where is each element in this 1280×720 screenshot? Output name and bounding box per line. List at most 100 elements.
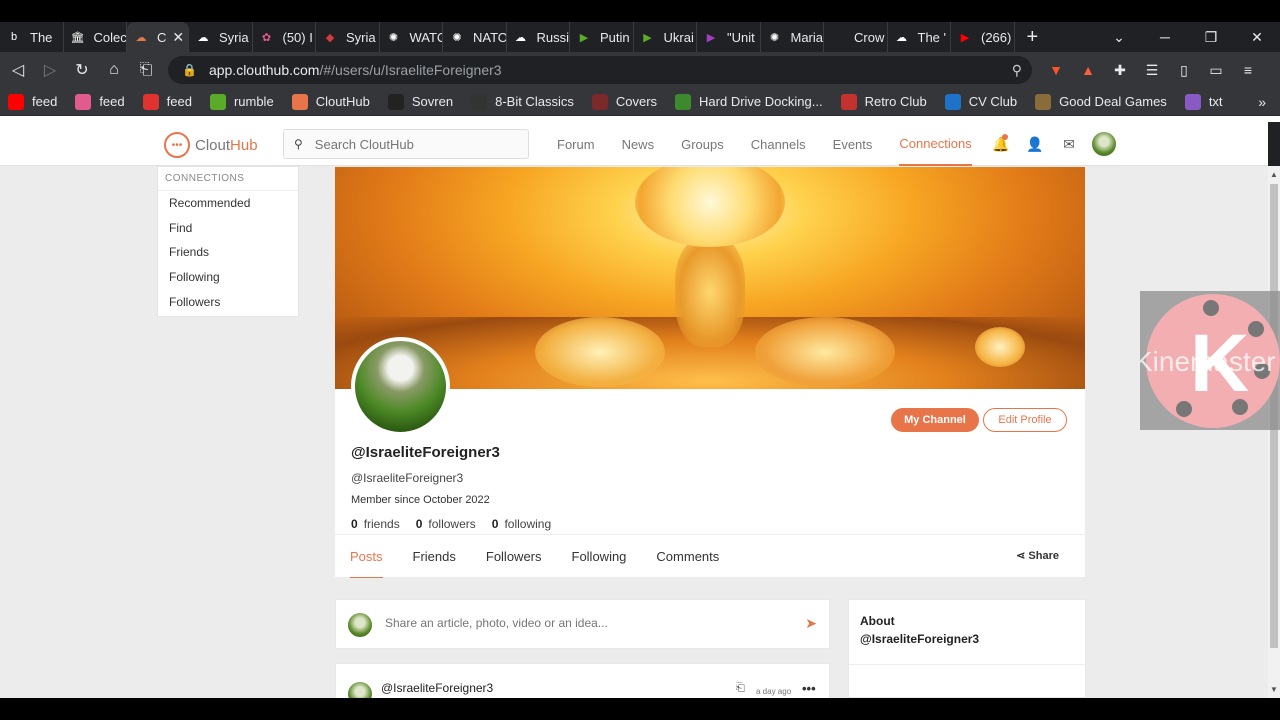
bookmark-label: Sovren (411, 94, 454, 109)
scroll-down-icon[interactable]: ▼ (1270, 685, 1278, 694)
connections-item-find[interactable]: Find (158, 216, 298, 241)
browser-tab[interactable]: ☁ The ' (888, 22, 951, 52)
profile-tab-followers[interactable]: Followers (486, 535, 542, 578)
bookmark-favicon-icon (8, 93, 24, 110)
post-avatar[interactable] (348, 682, 372, 698)
menu-icon[interactable]: ≡ (1232, 62, 1264, 78)
connections-item-friends[interactable]: Friends (158, 240, 298, 265)
bookmark-item[interactable]: Retro Club (840, 93, 927, 110)
tab-favicon-icon: ☁ (896, 31, 907, 44)
browser-tab[interactable]: ☁ Russi (507, 22, 570, 52)
search-input[interactable] (314, 136, 505, 152)
bookmark-item[interactable]: Good Deal Games (1035, 93, 1167, 110)
tab-favicon-icon (830, 29, 846, 45)
profile-tab-comments[interactable]: Comments (656, 535, 719, 578)
my-channel-button[interactable]: My Channel (891, 408, 979, 432)
close-window-button[interactable]: ✕ (1234, 29, 1280, 46)
scroll-up-icon[interactable]: ▲ (1270, 170, 1278, 179)
bookmark-item[interactable]: CloutHub (291, 93, 370, 110)
bookmark-item[interactable]: Covers (591, 93, 657, 110)
user-avatar[interactable] (1092, 132, 1116, 156)
profile-tab-friends[interactable]: Friends (413, 535, 456, 578)
browser-tab[interactable]: ☁ C ✕ (127, 22, 189, 52)
back-icon[interactable]: ◁ (2, 60, 34, 80)
browser-tab[interactable]: ✺ WATC (380, 22, 443, 52)
followers-stat[interactable]: 0 followers (416, 517, 476, 531)
bookmark-item[interactable]: txt (1184, 93, 1223, 110)
bookmark-label: Hard Drive Docking... (699, 94, 823, 109)
new-tab-button[interactable]: + (1015, 26, 1051, 49)
nav-news[interactable]: News (622, 122, 655, 166)
sidebar-icon[interactable]: ▯ (1168, 62, 1200, 79)
tab-label: NATO (473, 29, 507, 45)
browser-tab[interactable]: ▶ Ukrai (634, 22, 697, 52)
minimize-button[interactable]: ─ (1142, 29, 1188, 45)
nav-events[interactable]: Events (833, 122, 873, 166)
zoom-icon[interactable]: ⚲ (1012, 62, 1022, 79)
browser-tab[interactable]: ☁ Syria (189, 22, 253, 52)
profile-tab-following[interactable]: Following (572, 535, 627, 578)
playlist-icon[interactable]: ☰ (1136, 62, 1168, 79)
composer-input[interactable] (385, 616, 785, 630)
extensions-area: ▼ ▲ ✚ ☰ ▯ ▭ ≡ (1040, 52, 1264, 88)
close-tab-icon[interactable]: ✕ (172, 29, 184, 46)
tab-search-icon[interactable]: ⌄ (1096, 29, 1142, 46)
browser-tab[interactable]: ✺ NATO (443, 22, 507, 52)
bookmark-item[interactable]: rumble (209, 93, 274, 110)
mail-icon[interactable]: ✉ (1052, 136, 1086, 153)
extensions-icon[interactable]: ✚ (1104, 62, 1136, 79)
bookmark-item[interactable]: feed (142, 93, 192, 110)
bookmark-item[interactable]: feed (75, 93, 125, 110)
browser-tab[interactable]: ✺ Maria (761, 22, 824, 52)
post-more-icon[interactable]: ••• (802, 681, 816, 696)
brave-rewards-icon[interactable]: ▲ (1072, 62, 1104, 78)
connections-item-following[interactable]: Following (158, 265, 298, 290)
share-icon: ⋖ (1016, 550, 1029, 562)
bookmark-icon[interactable]: ⎗ (130, 61, 162, 79)
nav-connections[interactable]: Connections (899, 122, 972, 166)
bookmark-item[interactable]: Sovren (387, 93, 454, 110)
bookmark-item[interactable]: Hard Drive Docking... (675, 93, 823, 110)
bookmarks-overflow-icon[interactable]: » (1258, 94, 1266, 110)
bookmark-item[interactable]: CV Club (944, 93, 1017, 110)
clouthub-logo[interactable]: ••• CloutHub (164, 132, 258, 158)
browser-tab[interactable]: ▶ Putin (570, 22, 634, 52)
browser-tab[interactable]: Crow (824, 22, 888, 52)
connections-item-followers[interactable]: Followers (158, 290, 298, 315)
browser-tab[interactable]: ▶ (266) (951, 22, 1015, 52)
add-friend-icon[interactable]: 👤 (1018, 136, 1052, 153)
nav-groups[interactable]: Groups (681, 122, 724, 166)
browser-tab[interactable]: 🏛 Colec (64, 22, 127, 52)
browser-tab[interactable]: b The (0, 22, 64, 52)
post-author[interactable]: @IsraeliteForeigner3 (381, 681, 493, 695)
brave-shields-icon[interactable]: ▼ (1040, 62, 1072, 78)
page-scrollbar[interactable]: ▲ ▼ (1268, 166, 1280, 698)
browser-tab[interactable]: ✿ (50) I (253, 22, 316, 52)
url-text: app.clouthub.com/#/users/u/IsraeliteFore… (208, 62, 502, 78)
bookmark-item[interactable]: 8-Bit Classics (471, 93, 574, 110)
browser-tab[interactable]: ▶ "Unit (697, 22, 761, 52)
friends-stat[interactable]: 0 friends (351, 517, 400, 531)
share-button[interactable]: ⋖ Share (1016, 549, 1059, 562)
address-bar[interactable]: 🔒 app.clouthub.com/#/users/u/IsraeliteFo… (168, 56, 1032, 84)
wallet-icon[interactable]: ▭ (1200, 62, 1232, 79)
forward-icon[interactable]: ▷ (34, 60, 66, 80)
home-icon[interactable]: ⌂ (98, 61, 130, 79)
notifications-bell-icon[interactable]: 🔔 (984, 133, 1018, 153)
profile-tab-posts[interactable]: Posts (350, 535, 383, 578)
edit-profile-button[interactable]: Edit Profile (983, 408, 1067, 432)
reload-icon[interactable]: ↻ (66, 60, 98, 80)
send-icon[interactable]: ➤ (805, 615, 817, 632)
lock-icon[interactable]: 🔒 (182, 63, 197, 77)
nav-channels[interactable]: Channels (751, 122, 806, 166)
tab-favicon-icon: 🏛 (70, 31, 85, 44)
bookmark-item[interactable]: feed (8, 93, 57, 110)
connections-item-recommended[interactable]: Recommended (158, 191, 298, 216)
browser-tab[interactable]: ◆ Syria (316, 22, 380, 52)
post-bookmark-icon[interactable]: ⎗ (736, 682, 745, 695)
restore-button[interactable]: ❐ (1188, 29, 1234, 46)
nav-forum[interactable]: Forum (557, 122, 595, 166)
following-stat[interactable]: 0 following (492, 517, 551, 531)
bookmark-label: Good Deal Games (1059, 94, 1167, 109)
site-search[interactable]: ⚲ (283, 129, 529, 159)
